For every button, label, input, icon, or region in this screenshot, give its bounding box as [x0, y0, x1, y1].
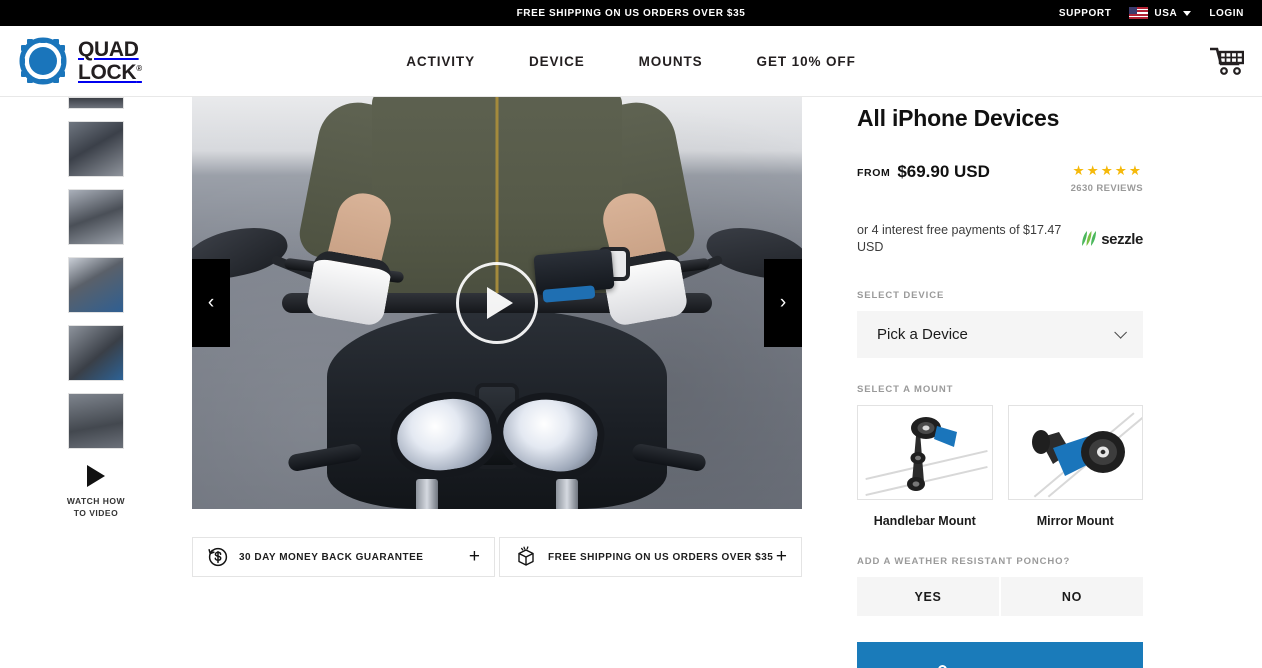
watch-label-line-2: TO VIDEO: [73, 508, 119, 518]
announcement-bar: FREE SHIPPING ON US ORDERS OVER $35 SUPP…: [0, 0, 1262, 26]
money-back-icon: [208, 547, 228, 567]
mount-options: Handlebar Mount Mirror Mount: [857, 405, 1143, 528]
sezzle-leaf-icon: [1082, 231, 1097, 246]
thumbnail-rail: WATCH HOW TO VIDEO: [0, 97, 192, 668]
product-title: All iPhone Devices: [857, 105, 1060, 131]
product-page: WATCH HOW TO VIDEO ‹ › 30 DAY MONEY BACK…: [0, 97, 1262, 668]
chevron-down-icon: [1183, 10, 1192, 16]
chevron-down-icon: [1114, 326, 1127, 339]
brand-wordmark: QUAD LOCK®: [78, 38, 142, 84]
poncho-yes-button[interactable]: YES: [857, 577, 999, 616]
purchase-panel: All iPhone Devices FROM $69.90 USD ★★★★★…: [857, 97, 1262, 668]
device-select[interactable]: Pick a Device: [857, 311, 1143, 358]
package-box-icon: [518, 546, 534, 566]
main-navigation: ACTIVITY DEVICE MOUNTS GET 10% OFF: [406, 54, 855, 69]
locale-label: USA: [1154, 7, 1178, 19]
quadlock-mark-icon: [18, 36, 68, 86]
thumbnail-1[interactable]: [68, 97, 124, 109]
brand-logo[interactable]: QUAD LOCK®: [18, 36, 142, 86]
badge-money-back-guarantee[interactable]: 30 DAY MONEY BACK GUARANTEE +: [192, 537, 495, 577]
handlebar-mount-icon: [857, 405, 993, 500]
trust-badges: 30 DAY MONEY BACK GUARANTEE + FREE SHIPP…: [192, 537, 802, 577]
play-video-button[interactable]: [456, 262, 538, 344]
gallery-next-button[interactable]: ›: [764, 259, 802, 347]
mount-option-mirror[interactable]: Mirror Mount: [1007, 405, 1143, 528]
locale-selector[interactable]: USA: [1129, 7, 1192, 19]
mount-option-label: Handlebar Mount: [873, 514, 976, 528]
thumbnail-2[interactable]: [68, 121, 124, 177]
watch-how-to-video-button[interactable]: WATCH HOW TO VIDEO: [67, 465, 125, 519]
gallery-column: ‹ › 30 DAY MONEY BACK GUARANTEE + FREE S…: [192, 97, 857, 668]
thumbnail-5[interactable]: [68, 325, 124, 381]
logo-line-1: QUAD: [78, 38, 139, 61]
us-flag-icon: [1129, 7, 1149, 19]
support-link[interactable]: SUPPORT: [1059, 8, 1112, 19]
select-device-label: SELECT DEVICE: [857, 290, 945, 301]
badge-expand-icon[interactable]: +: [776, 546, 787, 568]
badge-label: 30 DAY MONEY BACK GUARANTEE: [239, 551, 424, 563]
select-mount-label: SELECT A MOUNT: [857, 384, 954, 395]
rating-block[interactable]: ★★★★★ 2630 REVIEWS: [1071, 162, 1143, 194]
announcement-links: SUPPORT USA LOGIN: [1059, 7, 1262, 19]
sezzle-wordmark: sezzle: [1101, 230, 1143, 248]
mount-option-label: Mirror Mount: [1036, 514, 1114, 528]
login-link[interactable]: LOGIN: [1209, 8, 1244, 19]
logo-line-2: LOCK: [78, 61, 137, 84]
poncho-toggle: YES NO: [857, 577, 1143, 616]
shopping-cart-icon: [1209, 47, 1245, 75]
poncho-no-button[interactable]: NO: [999, 577, 1143, 616]
badge-free-shipping[interactable]: FREE SHIPPING ON US ORDERS OVER $35 +: [499, 537, 802, 577]
mirror-mount-icon: [1007, 405, 1143, 500]
gallery-prev-button[interactable]: ‹: [192, 259, 230, 347]
trademark-symbol: ®: [136, 64, 142, 73]
installment-text: or 4 interest free payments of $17.47 US…: [857, 223, 1062, 254]
nav-item-device[interactable]: DEVICE: [529, 54, 585, 69]
nav-item-mounts[interactable]: MOUNTS: [639, 54, 703, 69]
play-triangle-icon: [86, 465, 105, 487]
hero-image: ‹ ›: [192, 97, 802, 509]
cart-button[interactable]: [1209, 46, 1245, 76]
thumbnail-6[interactable]: [68, 393, 124, 449]
nav-item-activity[interactable]: ACTIVITY: [406, 54, 475, 69]
device-select-value: Pick a Device: [877, 326, 968, 343]
product-price: $69.90 USD: [897, 162, 990, 181]
thumbnail-4[interactable]: [68, 257, 124, 313]
review-count: 2630 REVIEWS: [1070, 183, 1143, 194]
lock-icon: [935, 664, 950, 668]
sezzle-logo[interactable]: sezzle: [1079, 230, 1143, 248]
star-rating: ★★★★★: [1072, 163, 1143, 178]
price-and-rating: FROM $69.90 USD ★★★★★ 2630 REVIEWS: [857, 162, 1143, 194]
thumbnail-3[interactable]: [68, 189, 124, 245]
nav-item-get-10-percent-off[interactable]: GET 10% OFF: [757, 54, 856, 69]
price-from-label: FROM: [857, 167, 891, 179]
badge-expand-icon[interactable]: +: [469, 546, 480, 568]
site-header: QUAD LOCK® ACTIVITY DEVICE MOUNTS GET 10…: [0, 26, 1262, 97]
poncho-label: ADD A WEATHER RESISTANT PONCHO?: [857, 556, 1071, 567]
add-to-cart-button[interactable]: ADD TO CART: [857, 642, 1143, 668]
sezzle-installments: or 4 interest free payments of $17.47 US…: [857, 222, 1143, 256]
watch-label-line-1: WATCH HOW: [66, 496, 126, 506]
badge-label: FREE SHIPPING ON US ORDERS OVER $35: [548, 551, 774, 563]
mount-option-handlebar[interactable]: Handlebar Mount: [857, 405, 993, 528]
